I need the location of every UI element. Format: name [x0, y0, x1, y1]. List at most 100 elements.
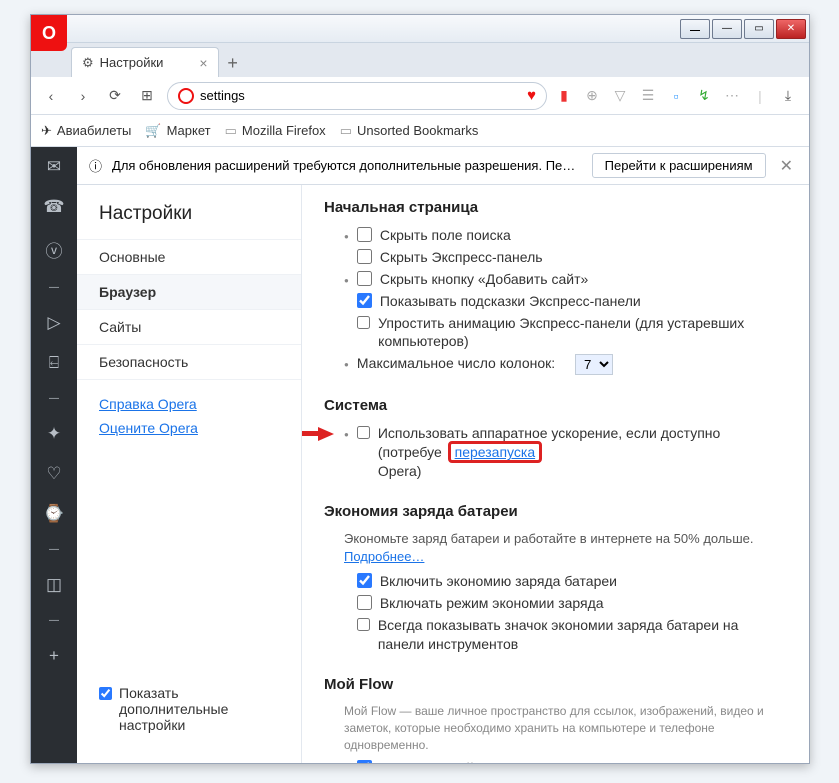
tab-close-button[interactable]: ×: [199, 55, 207, 71]
bookmarks-bar: ✈Авиабилеты 🛒Маркет ▭Mozilla Firefox ▭Un…: [31, 115, 809, 147]
flow-checkbox[interactable]: [357, 760, 372, 763]
tab-title: Настройки: [100, 55, 164, 70]
hide-search-checkbox[interactable]: [357, 227, 372, 242]
download-icon[interactable]: ⤓: [779, 87, 797, 105]
window-sidemin-button[interactable]: ⎼: [680, 19, 710, 39]
battery-more-link[interactable]: Подробнее…: [344, 549, 424, 564]
bullet-icon: ●: [344, 276, 349, 287]
help-links: Справка Opera Оцените Opera: [77, 379, 301, 460]
extension-icons: ▮ ⊕ ▽ ☰ ▫ ↯ ⋯ | ⤓: [555, 87, 801, 105]
section-flow: Мой Flow Мой Flow — ваше личное простран…: [324, 676, 787, 763]
restart-highlight: перезапуска: [448, 441, 542, 463]
section-battery: Экономия заряда батареи Экономьте заряд …: [324, 503, 787, 654]
hw-accel-checkbox[interactable]: [357, 425, 370, 440]
settings-main: Начальная страница ●Скрыть поле поиска ●…: [302, 185, 809, 763]
settings-title: Настройки: [77, 203, 301, 239]
camera-icon[interactable]: ⍇: [49, 353, 59, 373]
section-title: Мой Flow: [324, 676, 787, 693]
url-input[interactable]: [200, 88, 521, 103]
opera-url-icon: [178, 88, 194, 104]
section-title: Начальная страница: [324, 199, 787, 216]
messenger-icon[interactable]: ✉: [47, 157, 61, 177]
battery-saver-checkbox[interactable]: [357, 573, 372, 588]
plane-icon: ✈: [41, 123, 52, 139]
play-icon[interactable]: ▷: [47, 313, 60, 333]
sidebar-sep: —: [49, 282, 59, 293]
bullet-icon: ●: [344, 232, 349, 243]
ext-icon-7[interactable]: ⋯: [723, 87, 741, 105]
browser-window: O ⎼ — ▭ ✕ ⚙ Настройки × + ‹ › ⟳ ⊞ ♥ ▮ ⊕ …: [30, 14, 810, 764]
extension-banner: ⓘ Для обновления расширений требуются до…: [77, 147, 809, 185]
ext-separator: |: [751, 87, 769, 105]
bookmark-unsorted[interactable]: ▭Unsorted Bookmarks: [340, 123, 479, 139]
nav-toolbar: ‹ › ⟳ ⊞ ♥ ▮ ⊕ ▽ ☰ ▫ ↯ ⋯ | ⤓: [31, 77, 809, 115]
messenger-sidebar: ✉ ☎ ⓥ — ▷ ⍇ — ✦ ♡ ⌚ — ◫ — +: [31, 147, 77, 763]
forward-button[interactable]: ›: [71, 84, 95, 108]
bookmark-firefox[interactable]: ▭Mozilla Firefox: [225, 123, 326, 139]
bookmark-flights[interactable]: ✈Авиабилеты: [41, 123, 131, 139]
panel-icon[interactable]: ◫: [46, 575, 62, 595]
ext-icon-1[interactable]: ▮: [555, 87, 573, 105]
battery-mode-checkbox[interactable]: [357, 595, 372, 610]
battery-icon-checkbox[interactable]: [357, 617, 370, 632]
hide-addsite-checkbox[interactable]: [357, 271, 372, 286]
speeddial-button[interactable]: ⊞: [135, 84, 159, 108]
settings-content: ⓘ Для обновления расширений требуются до…: [77, 147, 809, 763]
folder-icon: ▭: [340, 123, 352, 139]
new-tab-button[interactable]: +: [219, 49, 247, 77]
info-icon: ⓘ: [89, 156, 102, 175]
back-button[interactable]: ‹: [39, 84, 63, 108]
bookmark-market[interactable]: 🛒Маркет: [145, 123, 210, 139]
star-icon[interactable]: ✦: [47, 424, 61, 444]
ext-icon-5[interactable]: ▫: [667, 87, 685, 105]
show-advanced-checkbox[interactable]: Показать дополнительные настройки: [99, 685, 279, 733]
hide-speeddial-checkbox[interactable]: [357, 249, 372, 264]
section-title: Экономия заряда батареи: [324, 503, 787, 520]
section-system: Система ● Использовать аппаратное ускоре…: [324, 397, 787, 481]
goto-extensions-button[interactable]: Перейти к расширениям: [592, 153, 766, 178]
cart-icon: 🛒: [145, 123, 161, 139]
bookmark-heart-icon[interactable]: ♥: [527, 87, 536, 104]
bullet-icon: ●: [344, 430, 349, 441]
show-tips-checkbox[interactable]: [357, 293, 372, 308]
max-columns-select[interactable]: 7: [575, 354, 613, 375]
heart-icon[interactable]: ♡: [46, 464, 61, 484]
history-icon[interactable]: ⌚: [43, 504, 64, 524]
opera-logo[interactable]: O: [31, 15, 67, 51]
window-maximize-button[interactable]: ▭: [744, 19, 774, 39]
window-close-button[interactable]: ✕: [776, 19, 806, 39]
sidebar-sep: —: [49, 393, 59, 404]
banner-message: Для обновления расширений требуются допо…: [112, 158, 582, 173]
banner-close-button[interactable]: ✕: [776, 156, 797, 176]
ext-icon-6[interactable]: ↯: [695, 87, 713, 105]
reload-button[interactable]: ⟳: [103, 84, 127, 108]
vk-icon[interactable]: ⓥ: [46, 237, 63, 262]
restart-link[interactable]: перезапуска: [455, 444, 535, 460]
ext-icon-2[interactable]: ⊕: [583, 87, 601, 105]
sidebar-sep: —: [49, 615, 59, 626]
ext-icon-3[interactable]: ▽: [611, 87, 629, 105]
simplify-anim-checkbox[interactable]: [357, 315, 370, 330]
url-bar[interactable]: ♥: [167, 82, 547, 110]
nav-browser[interactable]: Браузер: [77, 274, 301, 309]
help-link[interactable]: Справка Opera: [99, 396, 279, 412]
settings-nav: Настройки Основные Браузер Сайты Безопас…: [77, 185, 302, 763]
rate-link[interactable]: Оцените Opera: [99, 420, 279, 436]
nav-security[interactable]: Безопасность: [77, 344, 301, 379]
section-title: Система: [324, 397, 787, 414]
add-icon[interactable]: +: [49, 646, 59, 666]
window-minimize-button[interactable]: —: [712, 19, 742, 39]
sidebar-sep: —: [49, 544, 59, 555]
show-advanced-input[interactable]: [99, 686, 112, 701]
gear-icon: ⚙: [82, 55, 94, 71]
nav-basic[interactable]: Основные: [77, 239, 301, 274]
folder-icon: ▭: [225, 123, 237, 139]
tab-settings[interactable]: ⚙ Настройки ×: [71, 47, 219, 77]
window-titlebar: ⎼ — ▭ ✕: [31, 15, 809, 43]
nav-sites[interactable]: Сайты: [77, 309, 301, 344]
bullet-icon: ●: [344, 360, 349, 371]
window-body: ✉ ☎ ⓥ — ▷ ⍇ — ✦ ♡ ⌚ — ◫ — + ⓘ Для обновл…: [31, 147, 809, 763]
show-advanced-label: Показать дополнительные настройки: [119, 685, 279, 733]
ext-icon-4[interactable]: ☰: [639, 87, 657, 105]
whatsapp-icon[interactable]: ☎: [43, 197, 64, 217]
